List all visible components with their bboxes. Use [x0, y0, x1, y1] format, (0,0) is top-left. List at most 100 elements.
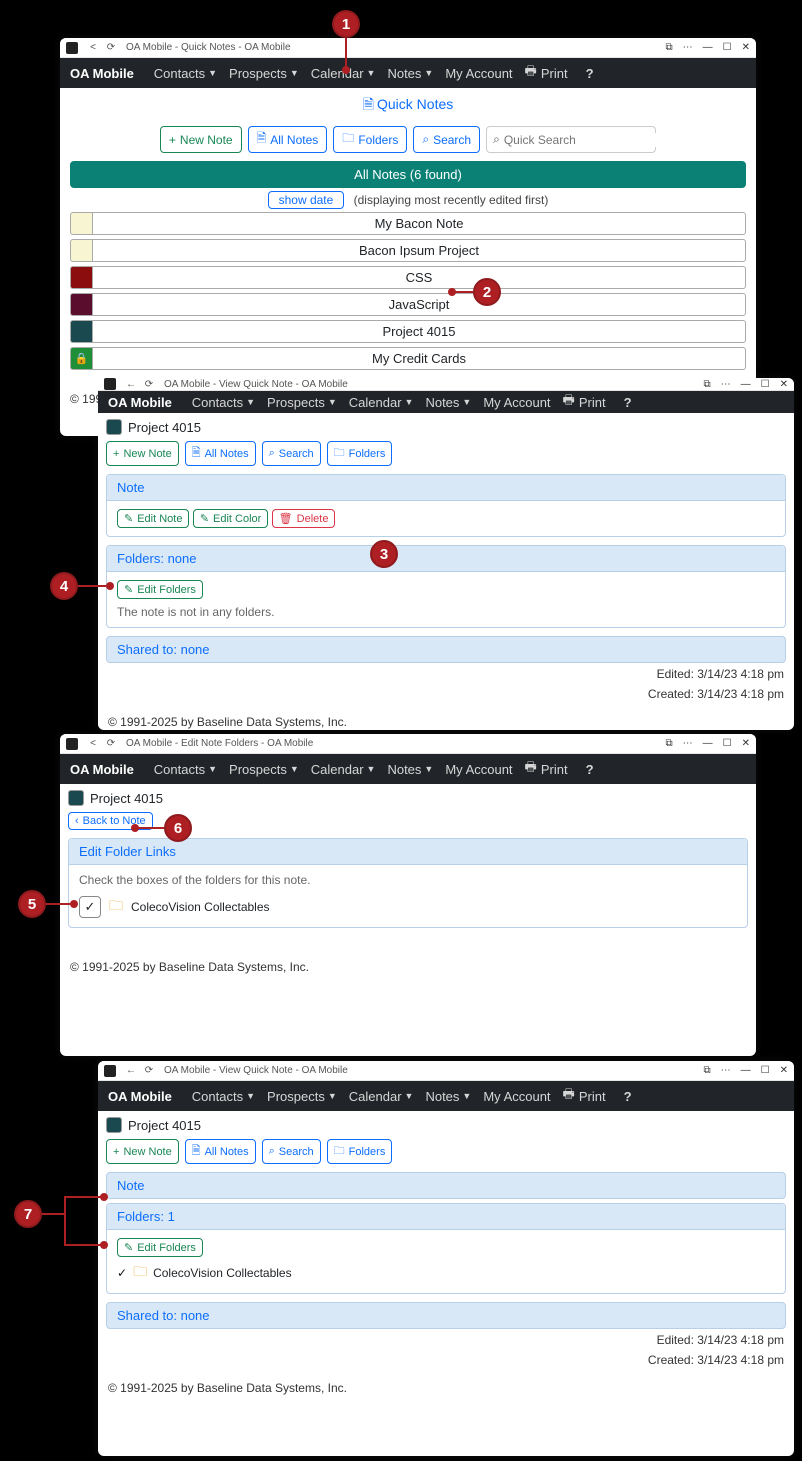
- nav-help[interactable]: ?: [580, 66, 600, 81]
- nav-notes[interactable]: Notes▼: [419, 1089, 477, 1104]
- maximize-icon[interactable]: ☐: [761, 379, 770, 390]
- folders-button[interactable]: 🗀Folders: [333, 126, 407, 153]
- nav-calendar[interactable]: Calendar▼: [305, 762, 382, 777]
- note-row[interactable]: JavaScript: [70, 293, 746, 316]
- nav-contacts[interactable]: Contacts▼: [186, 395, 261, 410]
- folders-button[interactable]: 🗀Folders: [327, 1139, 393, 1164]
- nav-help[interactable]: ?: [618, 1089, 638, 1104]
- new-note-button[interactable]: +New Note: [106, 1139, 179, 1164]
- nav-calendar[interactable]: Calendar▼: [343, 1089, 420, 1104]
- reader-icon[interactable]: ⧉: [666, 738, 673, 749]
- edit-folders-button[interactable]: ✎Edit Folders: [117, 580, 203, 599]
- reader-icon[interactable]: ⧉: [704, 379, 711, 390]
- brand[interactable]: OA Mobile: [108, 395, 172, 410]
- folders-heading: Folders: 1: [107, 1204, 785, 1230]
- refresh-icon[interactable]: ⟳: [104, 42, 118, 53]
- nav-contacts[interactable]: Contacts▼: [148, 762, 223, 777]
- back-icon[interactable]: <: [86, 738, 100, 749]
- close-icon[interactable]: ✕: [780, 1065, 788, 1076]
- nav-prospects[interactable]: Prospects▼: [261, 1089, 343, 1104]
- folders-button[interactable]: 🗀Folders: [327, 441, 393, 466]
- refresh-icon[interactable]: ⟳: [142, 379, 156, 390]
- note-label[interactable]: My Credit Cards: [92, 347, 746, 370]
- note-row[interactable]: Project 4015: [70, 320, 746, 343]
- brand[interactable]: OA Mobile: [108, 1089, 172, 1104]
- new-note-button[interactable]: +New Note: [160, 126, 242, 153]
- nav-prospects[interactable]: Prospects▼: [223, 762, 305, 777]
- nav-notes[interactable]: Notes▼: [419, 395, 477, 410]
- note-row[interactable]: 🔒My Credit Cards: [70, 347, 746, 370]
- note-heading[interactable]: Note: [106, 1172, 786, 1199]
- close-icon[interactable]: ✕: [742, 42, 750, 53]
- nav-notes[interactable]: Notes▼: [381, 66, 439, 81]
- step-dot: [342, 66, 350, 74]
- search-button[interactable]: ⌕Search: [262, 441, 321, 466]
- note-label[interactable]: JavaScript: [92, 293, 746, 316]
- more-icon[interactable]: ⋯: [683, 42, 693, 53]
- minimize-icon[interactable]: —: [703, 42, 713, 53]
- brand[interactable]: OA Mobile: [70, 762, 134, 777]
- note-row[interactable]: CSS: [70, 266, 746, 289]
- shared-heading[interactable]: Shared to: none: [106, 1302, 786, 1329]
- nav-my-account[interactable]: My Account: [477, 395, 556, 410]
- note-label[interactable]: CSS: [92, 266, 746, 289]
- quick-search-input[interactable]: [504, 133, 659, 147]
- nav-prospects[interactable]: Prospects▼: [261, 395, 343, 410]
- nav-prospects[interactable]: Prospects▼: [223, 66, 305, 81]
- new-note-button[interactable]: +New Note: [106, 441, 179, 466]
- nav-my-account[interactable]: My Account: [477, 1089, 556, 1104]
- note-label[interactable]: Project 4015: [92, 320, 746, 343]
- shared-heading[interactable]: Shared to: none: [106, 636, 786, 663]
- nav-my-account[interactable]: My Account: [439, 66, 518, 81]
- edit-folders-button[interactable]: ✎Edit Folders: [117, 1238, 203, 1257]
- search-button[interactable]: ⌕Search: [413, 126, 480, 153]
- edit-note-button[interactable]: ✎Edit Note: [117, 509, 189, 528]
- step-badge-1: 1: [332, 10, 360, 38]
- note-row[interactable]: My Bacon Note: [70, 212, 746, 235]
- minimize-icon[interactable]: —: [741, 379, 751, 390]
- more-icon[interactable]: ⋯: [721, 379, 731, 390]
- back-icon[interactable]: ←: [124, 379, 138, 390]
- reader-icon[interactable]: ⧉: [704, 1065, 711, 1076]
- refresh-icon[interactable]: ⟳: [104, 738, 118, 749]
- nav-calendar[interactable]: Calendar▼: [343, 395, 420, 410]
- nav-help[interactable]: ?: [618, 395, 638, 410]
- folder-checkbox[interactable]: ✓: [79, 896, 101, 918]
- back-icon[interactable]: ←: [124, 1065, 138, 1076]
- nav-my-account[interactable]: My Account: [439, 762, 518, 777]
- edit-color-button[interactable]: ✎Edit Color: [193, 509, 269, 528]
- delete-button[interactable]: 🗑Delete: [272, 509, 336, 528]
- nav-print[interactable]: 🖶Print: [557, 1085, 612, 1107]
- show-date-button[interactable]: show date: [268, 191, 345, 209]
- maximize-icon[interactable]: ☐: [723, 42, 732, 53]
- close-icon[interactable]: ✕: [780, 379, 788, 390]
- more-icon[interactable]: ⋯: [721, 1065, 731, 1076]
- minimize-icon[interactable]: —: [741, 1065, 751, 1076]
- search-button[interactable]: ⌕Search: [262, 1139, 321, 1164]
- step-line: [64, 1196, 66, 1246]
- note-label[interactable]: Bacon Ipsum Project: [92, 239, 746, 262]
- close-icon[interactable]: ✕: [742, 738, 750, 749]
- back-icon[interactable]: <: [86, 42, 100, 53]
- step-line: [42, 1213, 66, 1215]
- maximize-icon[interactable]: ☐: [723, 738, 732, 749]
- reader-icon[interactable]: ⧉: [666, 42, 673, 53]
- refresh-icon[interactable]: ⟳: [142, 1065, 156, 1076]
- all-notes-button[interactable]: 🗎All Notes: [185, 1139, 256, 1164]
- nav-contacts[interactable]: Contacts▼: [186, 1089, 261, 1104]
- nav-contacts[interactable]: Contacts▼: [148, 66, 223, 81]
- all-notes-button[interactable]: 🗎All Notes: [248, 126, 328, 153]
- nav-notes[interactable]: Notes▼: [381, 762, 439, 777]
- note-label[interactable]: My Bacon Note: [92, 212, 746, 235]
- nav-help[interactable]: ?: [580, 762, 600, 777]
- nav-print[interactable]: 🖶Print: [557, 391, 612, 413]
- nav-print[interactable]: 🖶Print: [519, 62, 574, 84]
- minimize-icon[interactable]: —: [703, 738, 713, 749]
- brand[interactable]: OA Mobile: [70, 66, 134, 81]
- quick-search[interactable]: ⌕: [486, 126, 656, 153]
- maximize-icon[interactable]: ☐: [761, 1065, 770, 1076]
- nav-print[interactable]: 🖶Print: [519, 758, 574, 780]
- all-notes-button[interactable]: 🗎All Notes: [185, 441, 256, 466]
- more-icon[interactable]: ⋯: [683, 738, 693, 749]
- note-row[interactable]: Bacon Ipsum Project: [70, 239, 746, 262]
